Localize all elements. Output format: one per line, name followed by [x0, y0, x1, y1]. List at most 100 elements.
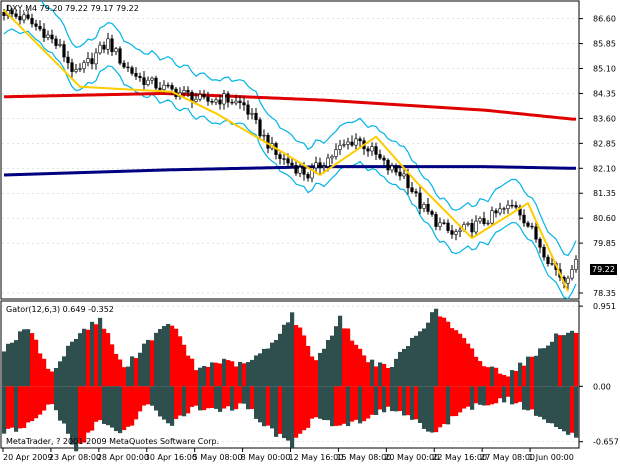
gator-upper-bar [86, 329, 91, 387]
gator-upper-bar [458, 333, 463, 387]
candle-body [114, 48, 118, 53]
candle-body [278, 154, 282, 159]
gator-upper-bar [310, 356, 315, 387]
gator-lower-bar [394, 386, 399, 412]
gator-lower-bar [166, 386, 171, 424]
price-tick-label: 85.10 [593, 65, 616, 74]
candle-body [302, 166, 306, 175]
gator-lower-bar [406, 386, 411, 416]
gator-upper-bar [334, 326, 339, 387]
gator-upper-bar [426, 322, 431, 387]
candle-body [170, 85, 174, 90]
gator-upper-bar [134, 357, 139, 387]
gator-upper-bar [442, 317, 447, 387]
candle-body [238, 100, 242, 103]
candle-body [194, 98, 198, 102]
gator-lower-bar [54, 386, 59, 411]
gator-lower-bar [178, 386, 183, 416]
gator-upper-bar [294, 325, 299, 387]
candle-body [446, 222, 450, 231]
gator-lower-bar [194, 386, 199, 406]
gator-upper-bar [570, 330, 575, 387]
candle-body [458, 229, 462, 232]
candle-body [58, 44, 62, 46]
gator-upper-bar [174, 328, 179, 387]
candle-body [434, 214, 438, 227]
candle-body [142, 77, 146, 85]
gator-lower-bar [470, 386, 475, 410]
candle-body [470, 223, 474, 233]
candle-body [390, 165, 394, 171]
gator-lower-bar [338, 386, 343, 426]
gator-lower-bar [482, 386, 487, 406]
gator-upper-bar [170, 325, 175, 387]
gator-lower-bar [138, 386, 143, 412]
candle-body [90, 58, 94, 65]
gator-upper-bar [54, 367, 59, 387]
gator-lower-bar [450, 386, 455, 417]
gator-upper-bar [374, 366, 379, 387]
gator-upper-bar [198, 367, 203, 387]
candle-body [206, 96, 210, 102]
gator-lower-bar [330, 386, 335, 427]
gator-upper-bar [534, 355, 539, 387]
gator-upper-bar [34, 339, 39, 387]
candle-body [330, 156, 334, 159]
gator-lower-bar [354, 386, 359, 420]
gator-lower-bar [6, 386, 11, 429]
gator-upper-bar [518, 362, 523, 387]
gator-lower-bar [134, 386, 139, 420]
gator-lower-bar [422, 386, 427, 429]
gator-upper-bar [506, 376, 511, 387]
candle-body [22, 14, 26, 21]
gator-upper-bar [306, 345, 311, 387]
gator-lower-bar [566, 386, 571, 435]
gator-lower-bar [174, 386, 179, 419]
gator-upper-bar [378, 362, 383, 387]
gator-lower-bar [462, 386, 467, 409]
candle-body [182, 90, 186, 94]
gator-upper-bar [402, 348, 407, 387]
gator-upper-bar [10, 342, 15, 387]
gator-upper-bar [150, 340, 155, 387]
gator-upper-bar [30, 333, 35, 387]
gator-lower-bar [14, 386, 19, 432]
gator-lower-bar [102, 386, 107, 424]
gator-lower-bar [322, 386, 327, 420]
gator-lower-bar [170, 386, 175, 426]
gator-lower-bar [158, 386, 163, 417]
gator-upper-bar [242, 363, 247, 387]
gator-upper-bar [562, 335, 567, 387]
gator-lower-bar [186, 386, 191, 414]
gator-upper-bar [178, 336, 183, 387]
gator-upper-bar [358, 348, 363, 387]
gator-lower-bar [390, 386, 395, 412]
candle-body [82, 62, 86, 69]
candle-body [46, 34, 50, 38]
gator-upper-bar [474, 356, 479, 387]
candle-body [118, 48, 122, 64]
price-tick-label: 81.35 [593, 189, 616, 198]
candle-body [286, 158, 290, 164]
gator-upper-bar [394, 358, 399, 387]
gator-lower-bar [130, 386, 135, 426]
candle-body [422, 203, 426, 209]
gator-upper-bar [254, 355, 259, 387]
gator-lower-bar [26, 386, 31, 423]
gator-upper-bar [326, 340, 331, 387]
gator-lower-bar [2, 386, 7, 434]
gator-upper-bar [434, 308, 439, 387]
gator-lower-bar [118, 386, 123, 434]
gator-upper-bar [126, 366, 131, 387]
candle-body [2, 12, 6, 16]
gator-upper-bar [330, 335, 335, 387]
gator-lower-bar [226, 386, 231, 407]
gator-upper-bar [238, 361, 243, 387]
gator-lower-bar [426, 386, 431, 432]
time-tick-label: 20 May 00:00 [384, 453, 439, 462]
gator-lower-bar [206, 386, 211, 409]
gator-upper-bar [210, 362, 215, 387]
candle-body [510, 204, 514, 207]
gator-upper-bar [158, 329, 163, 387]
gator-lower-bar [230, 386, 235, 411]
